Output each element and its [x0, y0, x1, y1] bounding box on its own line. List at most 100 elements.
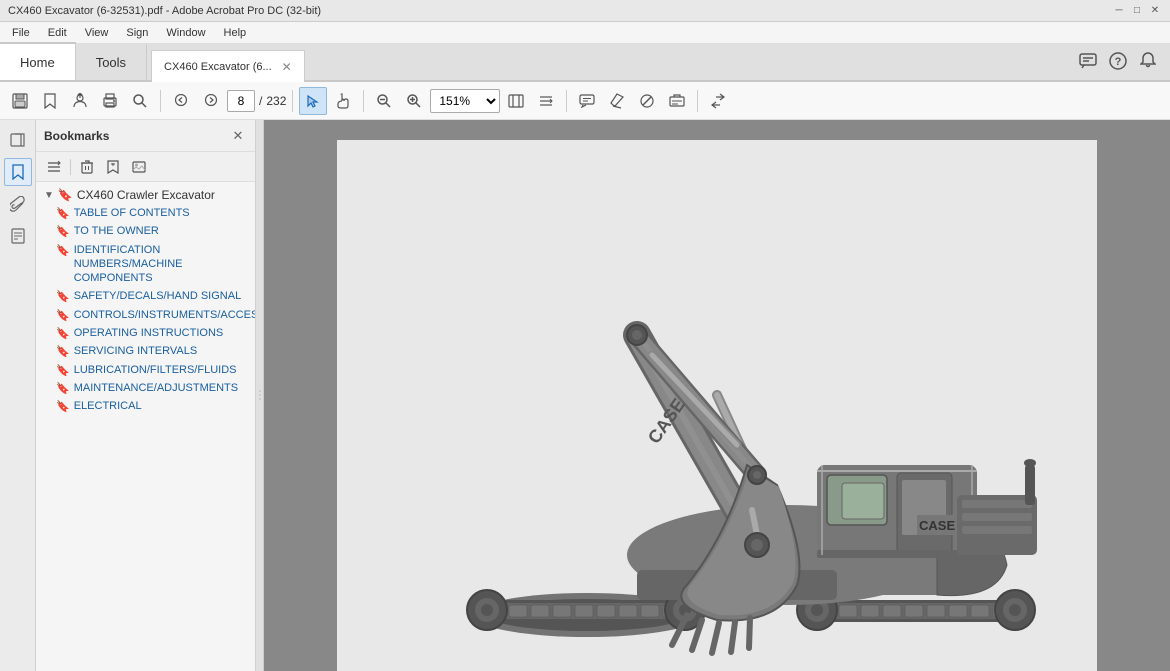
help-button[interactable]: ? [1106, 49, 1130, 73]
page-number-input[interactable] [227, 90, 255, 112]
highlight-button[interactable] [603, 87, 631, 115]
bookmark-item-icon: 🔖 [56, 345, 70, 358]
bookmark-item[interactable]: 🔖 TO THE OWNER [52, 222, 255, 240]
menu-window[interactable]: Window [158, 25, 213, 41]
strikethrough-button[interactable] [633, 87, 661, 115]
next-page-button[interactable] [197, 87, 225, 115]
menu-bar: File Edit View Sign Window Help [0, 22, 1170, 44]
side-icon-pages[interactable] [4, 222, 32, 250]
image-bookmark-button[interactable] [127, 155, 151, 179]
bookmark-item[interactable]: 🔖 SERVICING INTERVALS [52, 342, 255, 360]
bookmarks-close-button[interactable]: ✕ [229, 127, 247, 145]
bookmark-item-icon: 🔖 [56, 290, 70, 303]
menu-view[interactable]: View [77, 25, 117, 41]
fit-page-button[interactable] [502, 87, 530, 115]
bookmark-item-icon: 🔖 [56, 364, 70, 377]
page-total: 232 [266, 94, 286, 108]
bookmark-add-button[interactable] [36, 87, 64, 115]
menu-sign[interactable]: Sign [118, 25, 156, 41]
minimize-button[interactable]: ─ [1112, 4, 1126, 18]
bookmarks-content: ▼ 🔖 CX460 Crawler Excavator 🔖 TABLE OF C… [36, 182, 255, 671]
bookmark-item[interactable]: 🔖 TABLE OF CONTENTS [52, 204, 255, 222]
page-separator: / [259, 94, 262, 108]
bookmark-item-icon: 🔖 [56, 382, 70, 395]
bookmark-item-label: SERVICING INTERVALS [74, 344, 197, 358]
bm-tb-sep-1 [70, 159, 71, 175]
scroll-mode-button[interactable] [532, 87, 560, 115]
document-tab-close[interactable]: ✕ [280, 60, 294, 74]
side-icon-bookmarks[interactable] [4, 158, 32, 186]
maximize-button[interactable]: □ [1130, 4, 1144, 18]
side-icon-share[interactable] [4, 126, 32, 154]
bookmark-root-label: CX460 Crawler Excavator [77, 188, 215, 202]
hand-tool-button[interactable] [329, 87, 357, 115]
panel-resize-handle[interactable] [256, 120, 264, 671]
title-bar-controls: ─ □ ✕ [1112, 4, 1162, 18]
bookmark-item[interactable]: 🔖 ELECTRICAL [52, 397, 255, 415]
toolbar-sep-4 [566, 90, 567, 112]
zoom-out-button[interactable] [370, 87, 398, 115]
side-icon-attachments[interactable] [4, 190, 32, 218]
notifications-button[interactable] [1136, 49, 1160, 73]
title-bar: CX460 Excavator (6-32531).pdf - Adobe Ac… [0, 0, 1170, 22]
bookmark-item-label: TO THE OWNER [74, 224, 159, 238]
bookmarks-title: Bookmarks [44, 129, 109, 143]
bookmarks-root[interactable]: ▼ 🔖 CX460 Crawler Excavator [36, 186, 255, 204]
bookmark-item-label: IDENTIFICATION NUMBERS/MACHINE COMPONENT… [74, 243, 247, 286]
share-button[interactable] [66, 87, 94, 115]
zoom-in-button[interactable] [400, 87, 428, 115]
svg-text:CASE: CASE [919, 518, 955, 533]
chat-button[interactable] [1076, 49, 1100, 73]
nav-right-area: ? [1076, 42, 1170, 80]
find-button[interactable] [126, 87, 154, 115]
bookmark-toggle: ▼ [44, 190, 54, 201]
bookmark-root-icon: 🔖 [58, 188, 73, 202]
print-button[interactable] [96, 87, 124, 115]
share-link-button[interactable] [704, 87, 732, 115]
close-button[interactable]: ✕ [1148, 4, 1162, 18]
bookmark-item-label: OPERATING INSTRUCTIONS [74, 326, 224, 340]
bookmarks-toolbar [36, 152, 255, 182]
document-tab[interactable]: CX460 Excavator (6... ✕ [151, 50, 305, 82]
delete-bookmark-button[interactable] [75, 155, 99, 179]
title-text: CX460 Excavator (6-32531).pdf - Adobe Ac… [8, 5, 321, 17]
bookmark-item-icon: 🔖 [56, 309, 70, 322]
page-display: / 232 [227, 90, 286, 112]
bookmark-item-icon: 🔖 [56, 207, 70, 220]
bookmark-item[interactable]: 🔖 OPERATING INSTRUCTIONS [52, 324, 255, 342]
bookmarks-header: Bookmarks ✕ [36, 120, 255, 152]
bookmark-item-label: CONTROLS/INSTRUMENTS/ACCESSORIES [74, 308, 255, 322]
tab-tools[interactable]: Tools [76, 44, 147, 80]
menu-file[interactable]: File [4, 25, 38, 41]
bookmark-item[interactable]: 🔖 IDENTIFICATION NUMBERS/MACHINE COMPONE… [52, 241, 255, 288]
bookmark-items: 🔖 TABLE OF CONTENTS 🔖 TO THE OWNER 🔖 IDE… [36, 204, 255, 416]
tab-nav-bar: Home Tools CX460 Excavator (6... ✕ ? [0, 44, 1170, 82]
menu-help[interactable]: Help [216, 25, 255, 41]
page-nav-group: / 232 [167, 87, 286, 115]
stamp-button[interactable] [663, 87, 691, 115]
svg-text:?: ? [1115, 56, 1122, 68]
new-bookmark-button[interactable] [101, 155, 125, 179]
bookmark-item-label: MAINTENANCE/ADJUSTMENTS [74, 381, 238, 395]
zoom-select[interactable]: 50%75%100% 125%150%151% 175%200% [430, 89, 500, 113]
tab-home[interactable]: Home [0, 42, 76, 80]
toolbar-sep-3 [363, 90, 364, 112]
pdf-page: CASE [337, 140, 1097, 671]
document-tab-title: CX460 Excavator (6... [164, 61, 272, 73]
pdf-viewer[interactable]: CASE [264, 120, 1170, 671]
bookmark-item-label: SAFETY/DECALS/HAND SIGNAL [74, 289, 242, 303]
bookmark-item-label: ELECTRICAL [74, 399, 142, 413]
bookmark-item-label: LUBRICATION/FILTERS/FLUIDS [74, 363, 237, 377]
bookmark-item[interactable]: 🔖 LUBRICATION/FILTERS/FLUIDS [52, 361, 255, 379]
bookmark-item[interactable]: 🔖 SAFETY/DECALS/HAND SIGNAL [52, 287, 255, 305]
prev-page-button[interactable] [167, 87, 195, 115]
save-button[interactable] [6, 87, 34, 115]
cursor-tool-button[interactable] [299, 87, 327, 115]
comment-button[interactable] [573, 87, 601, 115]
bookmarks-options-button[interactable] [42, 155, 66, 179]
bookmark-item[interactable]: 🔖 CONTROLS/INSTRUMENTS/ACCESSORIES [52, 306, 255, 324]
menu-edit[interactable]: Edit [40, 25, 75, 41]
bookmark-item-label: TABLE OF CONTENTS [74, 206, 190, 220]
bookmark-item[interactable]: 🔖 MAINTENANCE/ADJUSTMENTS [52, 379, 255, 397]
main-layout: Bookmarks ✕ [0, 120, 1170, 671]
